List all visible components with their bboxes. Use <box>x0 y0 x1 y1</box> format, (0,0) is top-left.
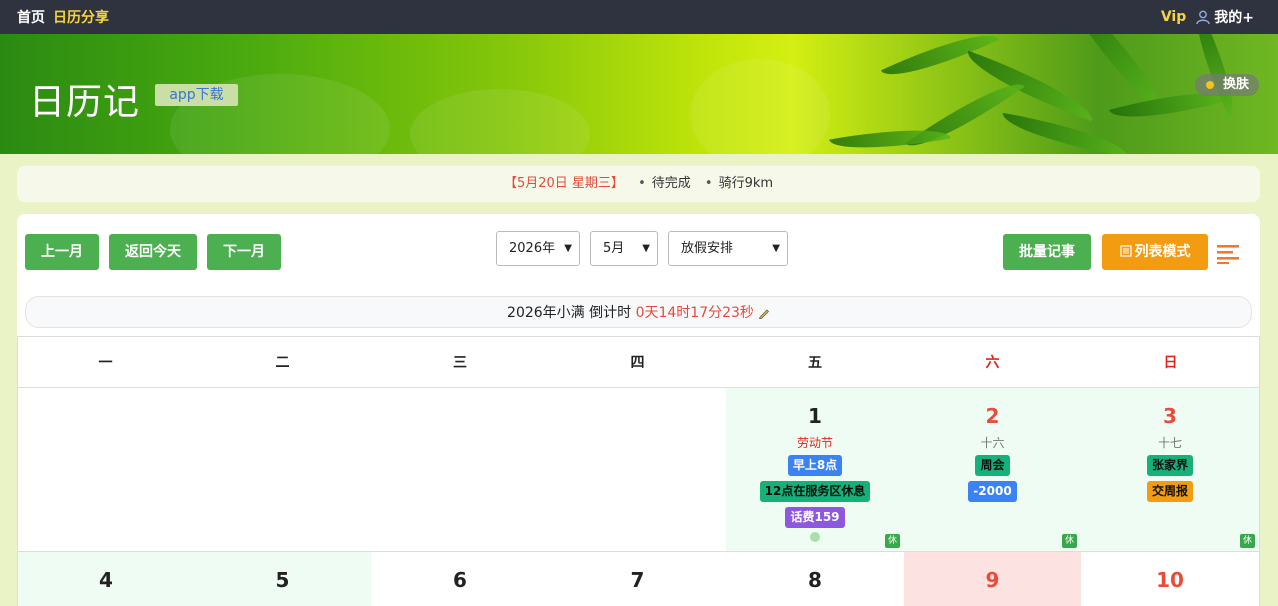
event-tag[interactable]: 张家界 <box>1146 455 1193 476</box>
mine-link[interactable]: 我的+ <box>1196 7 1254 27</box>
today-date: 【5月20日 星期三】 <box>503 176 624 191</box>
event-tag[interactable]: 早上8点 <box>787 455 843 476</box>
chevron-down-icon: ▼ <box>564 243 572 254</box>
day-cell[interactable]: 9 <box>904 552 1081 606</box>
app-download-button[interactable]: app下载 <box>155 84 238 106</box>
menu-icon[interactable] <box>1217 244 1239 264</box>
event-tag[interactable]: 周会 <box>975 455 1010 476</box>
holiday-value: 放假安排 <box>681 241 734 256</box>
event-tag[interactable]: 话费159 <box>785 507 845 528</box>
day-number: 1 <box>808 404 822 428</box>
more-dot-icon <box>810 532 820 542</box>
day-number: 5 <box>275 568 290 592</box>
chevron-down-icon: ▼ <box>642 243 650 254</box>
day-number: 3 <box>1163 404 1177 428</box>
countdown-label: 2026年小满 倒计时 <box>507 305 636 321</box>
skin-button[interactable]: 换肤 <box>1195 74 1259 96</box>
event-tag[interactable]: -2000 <box>968 481 1017 502</box>
today-button[interactable]: 返回今天 <box>109 234 197 270</box>
holiday-rest-badge: 休 <box>1240 534 1255 548</box>
day-number: 6 <box>453 568 467 592</box>
day-number: 2 <box>985 404 1000 428</box>
day-number: 8 <box>808 568 822 592</box>
nav-home-link[interactable]: 首页 <box>17 7 45 27</box>
day-festival: 劳动节 <box>796 436 833 450</box>
month-value: 5月 <box>603 241 625 256</box>
day-cell[interactable]: 8 <box>726 552 904 606</box>
weekday-header: 四 <box>549 336 726 388</box>
solar-term-countdown: 2026年小满 倒计时 0天14时17分23秒 <box>25 296 1252 328</box>
top-nav: 首页 日历分享 Vip 我的+ <box>0 0 1278 34</box>
prev-month-button[interactable]: 上一月 <box>25 234 99 270</box>
day-cell[interactable]: 5 <box>194 552 371 606</box>
day-number: 4 <box>99 568 113 592</box>
mine-label: 我的+ <box>1214 10 1254 26</box>
weekday-header: 三 <box>371 336 549 388</box>
day-cell[interactable]: 7 <box>549 552 726 606</box>
chevron-down-icon: ▼ <box>772 243 780 254</box>
notice-item[interactable]: 待完成 <box>652 176 691 191</box>
site-title: 日历记 <box>29 82 141 123</box>
bullet-icon: • <box>638 176 646 191</box>
year-select[interactable]: 2026年 ▼ <box>496 231 580 266</box>
weekday-header: 五 <box>726 336 904 388</box>
day-cell[interactable]: 3 十七 张家界 交周报 休 <box>1081 388 1259 551</box>
day-cell[interactable]: 1 劳动节 早上8点 12点在服务区休息 话费159 休 <box>726 388 904 551</box>
day-cell[interactable]: 2 十六 周会 -2000 休 <box>904 388 1081 551</box>
year-value: 2026年 <box>509 241 556 256</box>
nav-share-link[interactable]: 日历分享 <box>53 7 109 27</box>
day-number: 10 <box>1156 568 1184 592</box>
holiday-select[interactable]: 放假安排 ▼ <box>668 231 788 266</box>
countdown-time: 0天14时17分23秒 <box>635 305 754 321</box>
weekday-header: 日 <box>1081 336 1260 388</box>
pencil-icon[interactable] <box>758 307 770 319</box>
vip-link[interactable]: Vip <box>1161 9 1186 25</box>
today-notice-bar: 【5月20日 星期三】 • 待完成 • 骑行9km <box>17 166 1260 202</box>
skin-dot-icon <box>1206 81 1214 89</box>
lunar-date: 十七 <box>1157 436 1182 450</box>
list-mode-button[interactable]: 列表模式 <box>1102 234 1208 270</box>
day-cell[interactable]: 6 <box>371 552 549 606</box>
day-cell[interactable]: 10 <box>1081 552 1259 606</box>
notice-item[interactable]: 骑行9km <box>719 176 773 191</box>
day-number: 9 <box>985 568 1000 592</box>
grid-divider <box>1259 336 1260 606</box>
holiday-rest-badge: 休 <box>885 534 900 548</box>
day-cell[interactable]: 4 <box>18 552 194 606</box>
user-icon <box>1196 10 1210 24</box>
lunar-date: 十六 <box>980 436 1005 450</box>
event-tag[interactable]: 12点在服务区休息 <box>759 481 871 502</box>
header-banner: 日历记 app下载 换肤 <box>0 34 1278 154</box>
day-number: 7 <box>630 568 645 592</box>
batch-note-button[interactable]: 批量记事 <box>1003 234 1091 270</box>
event-tag[interactable]: 交周报 <box>1146 481 1193 502</box>
next-month-button[interactable]: 下一月 <box>207 234 281 270</box>
skin-label: 换肤 <box>1222 77 1249 92</box>
bullet-icon: • <box>704 176 713 191</box>
list-mode-label: 列表模式 <box>1134 244 1191 260</box>
list-icon <box>1119 245 1132 257</box>
weekday-header: 一 <box>17 336 194 388</box>
month-select[interactable]: 5月 ▼ <box>590 231 658 266</box>
holiday-rest-badge: 休 <box>1062 534 1077 548</box>
weekday-header: 六 <box>904 336 1081 388</box>
weekday-header: 二 <box>194 336 371 388</box>
